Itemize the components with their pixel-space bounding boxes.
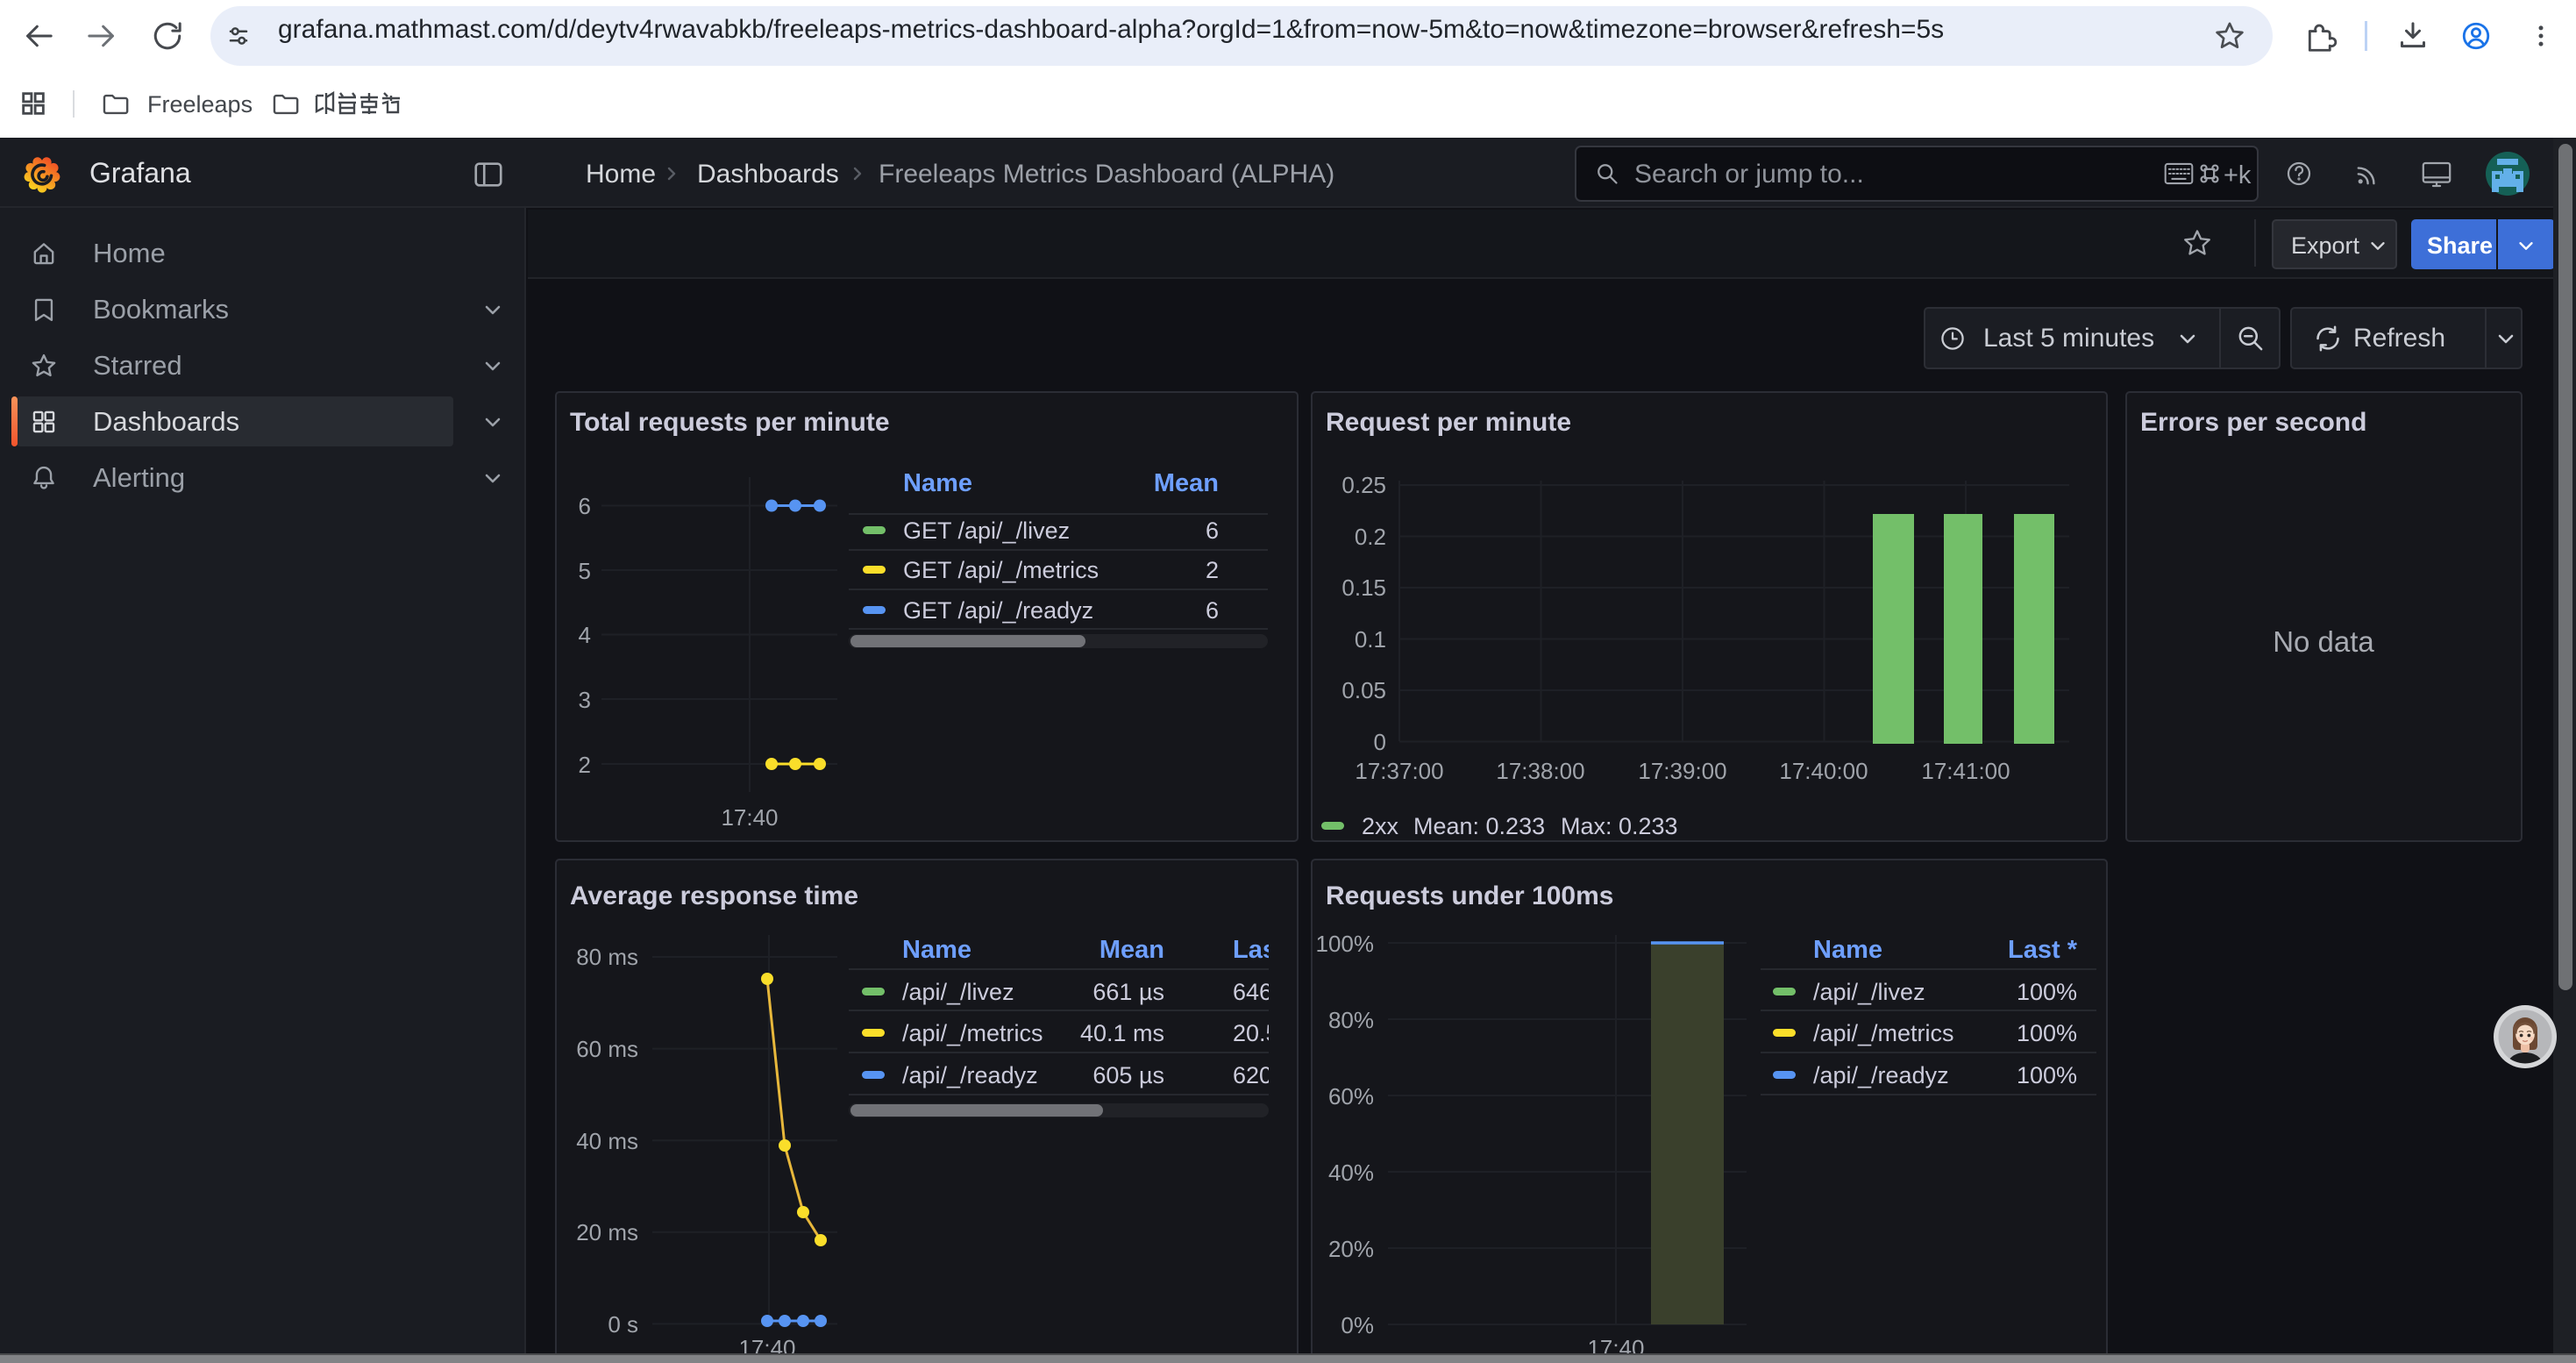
svg-text:Request per minute: Request per minute	[1326, 408, 1571, 437]
svg-text:Name: Name	[902, 936, 971, 964]
svg-text:/api/_/metrics: /api/_/metrics	[1813, 1020, 1954, 1046]
svg-text:100%: 100%	[2017, 1062, 2077, 1088]
svg-text:Last *: Last *	[1233, 936, 1297, 964]
svg-text:6: 6	[1206, 517, 1219, 544]
svg-text:0%: 0%	[1341, 1312, 1374, 1338]
svg-text:GET /api/_/metrics: GET /api/_/metrics	[903, 557, 1099, 583]
svg-text:5: 5	[579, 558, 591, 584]
svg-text:17:38:00: 17:38:00	[1496, 758, 1584, 784]
svg-text:2: 2	[579, 752, 591, 778]
svg-text:60%: 60%	[1328, 1083, 1374, 1110]
svg-text:17:39:00: 17:39:00	[1638, 758, 1726, 784]
svg-text:17:41:00: 17:41:00	[1921, 758, 2010, 784]
svg-text:100%: 100%	[1316, 931, 1375, 957]
svg-text:Mean: 0.233: Mean: 0.233	[1413, 813, 1545, 839]
svg-text:100%: 100%	[2017, 1020, 2077, 1046]
svg-text:646 µs: 646 µs	[1233, 979, 1297, 1005]
svg-text:20 ms: 20 ms	[576, 1219, 638, 1245]
svg-text:/api/_/livez: /api/_/livez	[1813, 979, 1925, 1005]
svg-text:GET /api/_/livez: GET /api/_/livez	[903, 517, 1070, 544]
svg-text:Max: 0.233: Max: 0.233	[1561, 813, 1678, 839]
svg-text:17:37:00: 17:37:00	[1355, 758, 1443, 784]
svg-text:0: 0	[1374, 729, 1386, 755]
svg-text:/api/_/livez: /api/_/livez	[902, 979, 1014, 1005]
svg-text:40.1 ms: 40.1 ms	[1080, 1020, 1164, 1046]
svg-text:Name: Name	[1813, 936, 1882, 964]
svg-text:No data: No data	[2273, 625, 2374, 658]
svg-text:Name: Name	[903, 469, 972, 497]
svg-text:Errors per second: Errors per second	[2140, 408, 2366, 437]
svg-text:605 µs: 605 µs	[1092, 1062, 1164, 1088]
svg-text:6: 6	[579, 493, 591, 519]
svg-text:Mean: Mean	[1099, 936, 1164, 964]
svg-text:/api/_/metrics: /api/_/metrics	[902, 1020, 1043, 1046]
svg-text:80 ms: 80 ms	[576, 944, 638, 970]
svg-text:/api/_/readyz: /api/_/readyz	[902, 1062, 1038, 1088]
svg-text:4: 4	[579, 622, 591, 648]
svg-text:0.25: 0.25	[1341, 472, 1386, 498]
svg-text:100%: 100%	[2017, 979, 2077, 1005]
svg-text:20%: 20%	[1328, 1236, 1374, 1262]
svg-text:Mean: Mean	[1154, 469, 1219, 497]
svg-text:17:40: 17:40	[721, 804, 778, 831]
svg-text:0.15: 0.15	[1341, 574, 1386, 601]
svg-text:2xx: 2xx	[1362, 813, 1399, 839]
svg-text:60 ms: 60 ms	[576, 1036, 638, 1062]
svg-text:40 ms: 40 ms	[576, 1128, 638, 1154]
svg-text:3: 3	[579, 687, 591, 713]
svg-text:0.05: 0.05	[1341, 677, 1386, 703]
svg-text:Last *: Last *	[2008, 936, 2078, 964]
svg-text:6: 6	[1206, 597, 1219, 624]
svg-text:0.2: 0.2	[1355, 524, 1386, 550]
svg-text:17:40:00: 17:40:00	[1779, 758, 1868, 784]
svg-text:0 s: 0 s	[608, 1311, 638, 1338]
svg-text:Requests under 100ms: Requests under 100ms	[1326, 881, 1613, 910]
svg-text:40%: 40%	[1328, 1160, 1374, 1186]
svg-text:661 µs: 661 µs	[1092, 979, 1164, 1005]
svg-text:20.5 ms: 20.5 ms	[1233, 1020, 1297, 1046]
svg-text:Average response time: Average response time	[570, 881, 858, 910]
svg-text:2: 2	[1206, 557, 1219, 583]
svg-text:GET /api/_/readyz: GET /api/_/readyz	[903, 597, 1093, 624]
svg-text:80%: 80%	[1328, 1007, 1374, 1033]
svg-text:/api/_/readyz: /api/_/readyz	[1813, 1062, 1949, 1088]
svg-text:0.1: 0.1	[1355, 626, 1386, 653]
svg-text:Total requests per minute: Total requests per minute	[570, 408, 890, 437]
svg-text:620 µs: 620 µs	[1233, 1062, 1297, 1088]
